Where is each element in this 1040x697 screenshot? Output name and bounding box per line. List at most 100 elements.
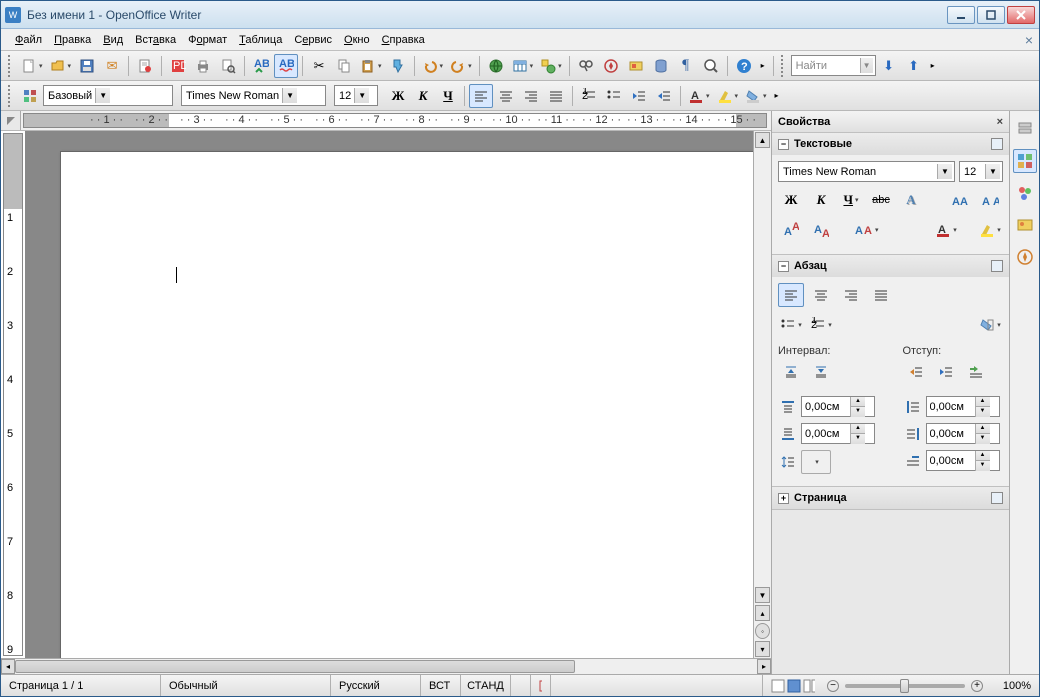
autospell-button[interactable]: ABC	[274, 54, 298, 78]
nav-next-button[interactable]: ▾	[755, 641, 770, 657]
find-replace-button[interactable]	[574, 54, 598, 78]
sidebar-section-text[interactable]: − Текстовые	[772, 133, 1009, 155]
export-pdf-button[interactable]: PDF	[166, 54, 190, 78]
section-options-icon[interactable]	[991, 138, 1003, 150]
minimize-button[interactable]	[947, 6, 975, 24]
help-button[interactable]: ?	[732, 54, 756, 78]
background-color-button[interactable]	[742, 84, 770, 108]
nav-select-button[interactable]: ◦	[755, 623, 770, 639]
sidebar-tab-gallery[interactable]	[1013, 213, 1037, 237]
menu-file[interactable]: Файл	[9, 32, 48, 48]
sb-paragraph-bg-button[interactable]	[977, 313, 1003, 337]
numbering-button[interactable]: 12	[577, 84, 601, 108]
sb-font-combo[interactable]: Times New Roman▼	[778, 161, 955, 182]
open-button[interactable]	[47, 54, 75, 78]
sidebar-tab-navigator[interactable]	[1013, 245, 1037, 269]
status-language[interactable]: Русский	[331, 675, 421, 696]
increase-indent-button[interactable]	[652, 84, 676, 108]
find-next-button[interactable]: ⬇	[877, 54, 901, 78]
sb-shrink-font-button[interactable]: AA	[977, 188, 1003, 212]
menu-table[interactable]: Таблица	[233, 32, 288, 48]
align-right-button[interactable]	[519, 84, 543, 108]
status-page[interactable]: Страница 1 / 1	[1, 675, 161, 696]
zoom-in-button[interactable]: +	[971, 680, 983, 692]
sb-font-color-button[interactable]: A	[933, 218, 959, 242]
maximize-button[interactable]	[977, 6, 1005, 24]
section-options-icon[interactable]	[991, 260, 1003, 272]
menu-insert[interactable]: Вставка	[129, 32, 182, 48]
paragraph-style-combo[interactable]: Базовый▼	[43, 85, 173, 106]
collapse-icon[interactable]: −	[778, 139, 789, 150]
toolbar-grip[interactable]	[8, 55, 14, 77]
sb-align-left-button[interactable]	[778, 283, 804, 307]
find-input[interactable]: Найти▼	[791, 55, 876, 76]
sb-strike-button[interactable]: abc	[868, 188, 894, 212]
sb-highlight-button[interactable]	[977, 218, 1003, 242]
status-signature[interactable]	[531, 675, 551, 696]
scroll-up-button[interactable]: ▲	[755, 132, 770, 148]
sidebar-section-paragraph[interactable]: − Абзац	[772, 255, 1009, 277]
status-insert-mode[interactable]: ВСТ	[421, 675, 461, 696]
copy-button[interactable]	[332, 54, 356, 78]
datasources-button[interactable]	[649, 54, 673, 78]
sb-align-center-button[interactable]	[808, 283, 834, 307]
zoom-out-button[interactable]: −	[827, 680, 839, 692]
scroll-right-button[interactable]: ▸	[757, 659, 771, 674]
sb-italic-button[interactable]: К	[808, 188, 834, 212]
sb-increase-above-button[interactable]	[778, 360, 804, 384]
sb-bullets-button[interactable]	[778, 313, 804, 337]
gallery-button[interactable]	[624, 54, 648, 78]
zoom-button[interactable]	[699, 54, 723, 78]
zoom-control[interactable]: − +	[823, 675, 993, 696]
close-button[interactable]	[1007, 6, 1035, 24]
find-overflow[interactable]: ▸	[927, 54, 939, 78]
edit-file-button[interactable]	[133, 54, 157, 78]
bullets-button[interactable]	[602, 84, 626, 108]
draw-button[interactable]	[537, 54, 565, 78]
sb-bold-button[interactable]: Ж	[778, 188, 804, 212]
space-below-spin[interactable]: ▲▼	[801, 423, 875, 444]
ruler-corner[interactable]	[1, 111, 21, 130]
scroll-down-button[interactable]: ▼	[755, 587, 770, 603]
sb-subscript-button[interactable]: AA	[808, 218, 834, 242]
align-center-button[interactable]	[494, 84, 518, 108]
sb-numbering-button[interactable]: 12	[808, 313, 834, 337]
zoom-value[interactable]: 100%	[993, 675, 1039, 696]
font-name-combo[interactable]: Times New Roman▼	[181, 85, 326, 106]
view-layout[interactable]	[763, 675, 823, 696]
indent-left-spin[interactable]: ▲▼	[926, 396, 1000, 417]
menu-tools[interactable]: Сервис	[288, 32, 338, 48]
navigator-button[interactable]	[599, 54, 623, 78]
sb-align-justify-button[interactable]	[868, 283, 894, 307]
status-selection-mode[interactable]: СТАНД	[461, 675, 511, 696]
scroll-left-button[interactable]: ◂	[1, 659, 15, 674]
vertical-scrollbar[interactable]: ▲ ▼ ▴ ◦ ▾	[753, 131, 771, 658]
styles-button[interactable]	[18, 84, 42, 108]
redo-button[interactable]	[447, 54, 475, 78]
sb-decrease-indent-button[interactable]	[933, 360, 959, 384]
horizontal-scrollbar[interactable]: ◂ ▸	[1, 658, 771, 674]
doc-close-icon[interactable]: ×	[1025, 32, 1033, 48]
sb-underline-button[interactable]: Ч	[838, 188, 864, 212]
new-button[interactable]	[18, 54, 46, 78]
menu-view[interactable]: Вид	[97, 32, 129, 48]
spellcheck-button[interactable]: ABC	[249, 54, 273, 78]
sidebar-close-icon[interactable]: ×	[997, 116, 1003, 128]
menu-window[interactable]: Окно	[338, 32, 376, 48]
horizontal-ruler[interactable]: · · 1 · · · · 2 · · · · 3 · · · · 4 · · …	[23, 113, 767, 128]
font-size-combo[interactable]: 12▼	[334, 85, 378, 106]
paste-button[interactable]	[357, 54, 385, 78]
collapse-icon[interactable]: −	[778, 261, 789, 272]
cut-button[interactable]: ✂	[307, 54, 331, 78]
sb-align-right-button[interactable]	[838, 283, 864, 307]
decrease-indent-button[interactable]	[627, 84, 651, 108]
sb-grow-font-button[interactable]: AA	[947, 188, 973, 212]
find-toolbar-grip[interactable]	[781, 55, 787, 77]
sidebar-tab-properties[interactable]	[1013, 149, 1037, 173]
zoom-slider[interactable]	[845, 684, 965, 688]
space-above-spin[interactable]: ▲▼	[801, 396, 875, 417]
sb-superscript-button[interactable]: AA	[778, 218, 804, 242]
table-button[interactable]	[509, 54, 537, 78]
status-style[interactable]: Обычный	[161, 675, 331, 696]
sb-hanging-indent-button[interactable]	[963, 360, 989, 384]
